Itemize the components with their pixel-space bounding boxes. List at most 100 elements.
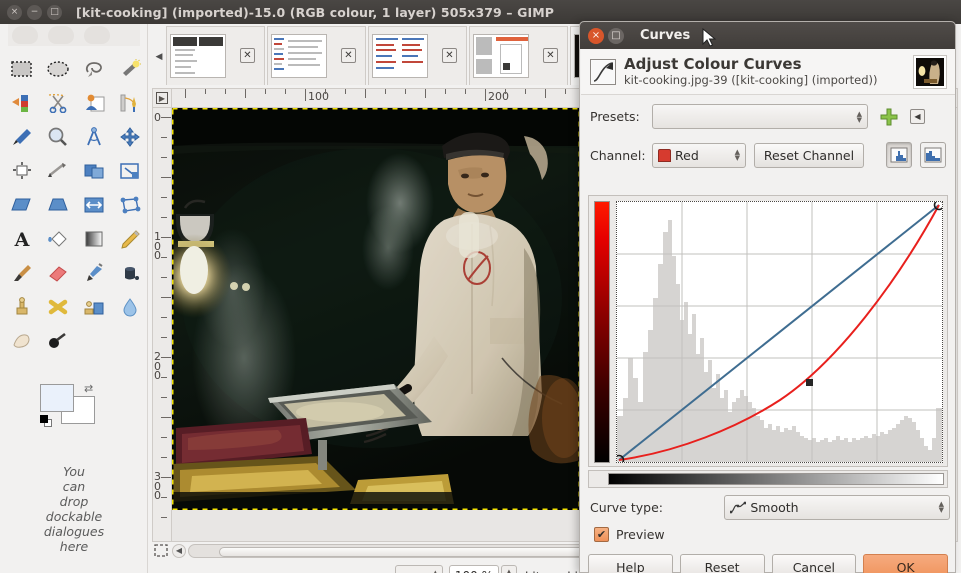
curves-maximize-button[interactable]: □: [608, 27, 624, 44]
cage-transform-tool[interactable]: [112, 188, 148, 222]
window-close-button[interactable]: ×: [7, 4, 22, 20]
image-tab[interactable]: ✕: [368, 26, 467, 85]
curve-plot: [613, 199, 945, 466]
window-title: [kit-cooking] (imported)-15.0 (RGB colou…: [76, 4, 555, 20]
tab-close-button[interactable]: ✕: [442, 48, 457, 63]
tab-scroll-left-button[interactable]: ◀: [152, 26, 166, 88]
reset-button[interactable]: Reset: [679, 554, 765, 573]
channel-label: Channel:: [590, 147, 646, 163]
swap-colours-icon[interactable]: ⇄: [84, 382, 93, 395]
perspective-clone-tool[interactable]: [76, 290, 112, 324]
paintbrush-tool[interactable]: [4, 256, 40, 290]
unit-selector[interactable]: px ▲ ▼: [395, 565, 443, 573]
ink-tool[interactable]: [112, 256, 148, 290]
alignment-tool[interactable]: [4, 154, 40, 188]
tool-grid: A: [4, 52, 148, 358]
foreground-colour-swatch[interactable]: [40, 384, 74, 412]
cancel-button[interactable]: Cancel: [771, 554, 857, 573]
bucket-fill-tool[interactable]: [40, 222, 76, 256]
ellipse-select-tool[interactable]: [40, 52, 76, 86]
drop-hint-line-4: dockable: [45, 509, 103, 524]
free-select-tool[interactable]: [76, 52, 112, 86]
clone-tool[interactable]: [4, 290, 40, 324]
fuzzy-select-tool[interactable]: [112, 52, 148, 86]
rotate-tool[interactable]: [76, 154, 112, 188]
curve-graph[interactable]: [613, 199, 945, 466]
colour-picker-tool[interactable]: [4, 120, 40, 154]
flip-tool[interactable]: [76, 188, 112, 222]
crop-tool[interactable]: [40, 154, 76, 188]
ok-button[interactable]: OK: [863, 554, 948, 573]
presets-menu-button[interactable]: ◀: [910, 109, 925, 124]
curve-graph-frame: [588, 195, 948, 467]
move-tool[interactable]: [112, 120, 148, 154]
quick-mask-toggle[interactable]: [152, 543, 170, 559]
scissors-select-tool[interactable]: [40, 86, 76, 120]
curve-type-combo[interactable]: Smooth ▲ ▼: [724, 494, 950, 520]
unit-value: px: [400, 569, 415, 573]
vertical-ruler[interactable]: 0 100 200 300: [152, 108, 172, 542]
gradient-tool[interactable]: [76, 222, 112, 256]
zoom-tool[interactable]: [40, 120, 76, 154]
rectangle-select-tool[interactable]: [4, 52, 40, 86]
paths-tool[interactable]: [112, 86, 148, 120]
curves-icon: [590, 58, 616, 85]
logarithmic-histogram-button[interactable]: [920, 142, 946, 168]
image-tab[interactable]: ✕: [469, 26, 568, 85]
histogram-bars: [617, 220, 942, 462]
dialog-button-row: Help Reset Cancel OK: [588, 554, 948, 573]
image-canvas[interactable]: [172, 108, 580, 510]
tab-thumbnail-preview: [474, 35, 528, 77]
scale-tool[interactable]: [112, 154, 148, 188]
tab-close-button[interactable]: ✕: [543, 48, 558, 63]
smooth-curve-icon: [730, 501, 747, 513]
tab-thumbnail: [372, 34, 428, 78]
airbrush-tool[interactable]: [76, 256, 112, 290]
curves-dialog-title: Curves: [640, 28, 691, 43]
channel-spinner-icon[interactable]: ▲ ▼: [735, 149, 740, 162]
blur-sharpen-tool[interactable]: [112, 290, 148, 324]
reset-colours-icon[interactable]: [40, 415, 53, 428]
help-button[interactable]: Help: [588, 554, 673, 573]
text-tool[interactable]: A: [4, 222, 40, 256]
channel-combo[interactable]: Red ▲ ▼: [652, 142, 746, 168]
curves-subheading: kit-cooking.jpg-39 ([kit-cooking] (impor…: [624, 73, 878, 87]
curves-close-button[interactable]: ×: [588, 27, 604, 44]
tab-close-button[interactable]: ✕: [341, 48, 356, 63]
ruler-menu-icon: ▶: [156, 92, 168, 104]
shear-tool[interactable]: [4, 188, 40, 222]
tab-thumbnail: [473, 34, 529, 78]
smudge-tool[interactable]: [4, 324, 40, 358]
presets-spinner-icon[interactable]: ▲ ▼: [857, 110, 862, 123]
heal-tool[interactable]: [40, 290, 76, 324]
image-tab[interactable]: ✕: [166, 26, 265, 85]
presets-row: Presets: ▲ ▼ ◀: [590, 104, 950, 129]
foreground-select-tool[interactable]: [76, 86, 112, 120]
window-minimize-button[interactable]: −: [27, 4, 42, 20]
curve-type-value: Smooth: [750, 499, 799, 515]
zoom-spinner[interactable]: ▲ ▼: [501, 565, 517, 573]
ruler-corner-menu-button[interactable]: ▶: [152, 88, 172, 108]
select-by-colour-tool[interactable]: [4, 86, 40, 120]
image-tab[interactable]: ✕: [267, 26, 366, 85]
tab-thumbnail: [271, 34, 327, 78]
perspective-tool[interactable]: [40, 188, 76, 222]
eraser-tool[interactable]: [40, 256, 76, 290]
preview-checkbox[interactable]: ✔: [594, 527, 609, 542]
curve-type-spinner-icon[interactable]: ▲ ▼: [939, 501, 944, 514]
dodge-burn-tool[interactable]: [40, 324, 76, 358]
zoom-input[interactable]: 100 %: [449, 565, 499, 573]
window-maximize-button[interactable]: □: [47, 4, 62, 20]
tab-thumbnail: [170, 34, 226, 78]
tab-thumbnail-preview: [272, 35, 326, 77]
linear-histogram-button[interactable]: [886, 142, 912, 168]
tab-close-button[interactable]: ✕: [240, 48, 255, 63]
scrollbar-left-arrow[interactable]: ◀: [172, 544, 186, 558]
vertical-channel-gradient: [594, 201, 610, 463]
add-preset-button[interactable]: [878, 106, 900, 128]
reset-channel-button[interactable]: Reset Channel: [754, 142, 864, 168]
measure-tool[interactable]: [76, 120, 112, 154]
pencil-tool[interactable]: [112, 222, 148, 256]
channel-value: Red: [675, 147, 699, 163]
presets-combo[interactable]: ▲ ▼: [652, 104, 868, 129]
